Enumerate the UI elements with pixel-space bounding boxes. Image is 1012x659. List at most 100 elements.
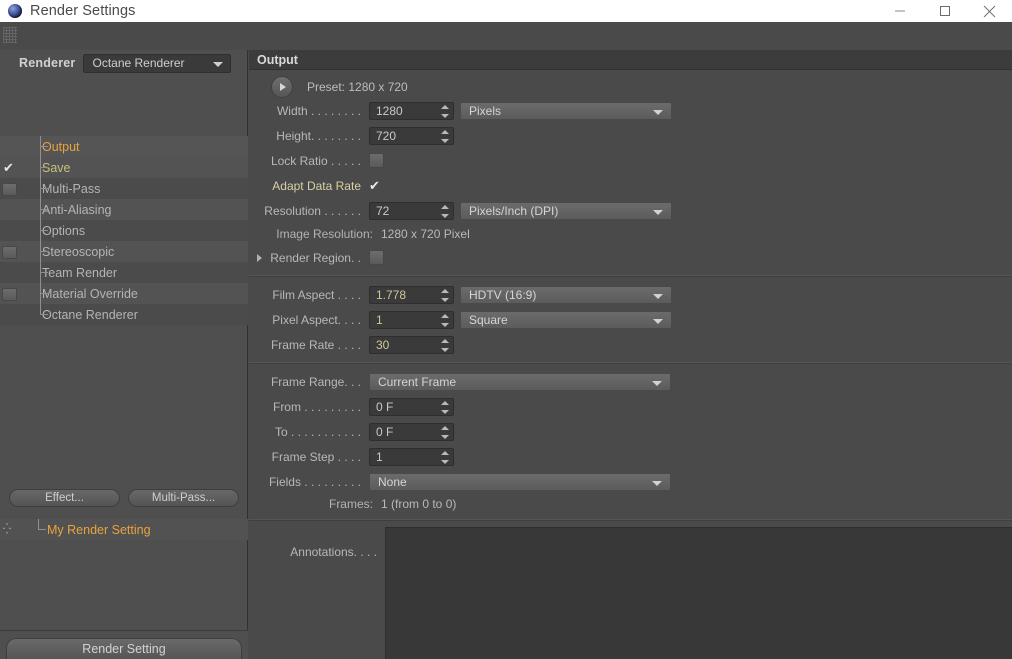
toggle-icon[interactable]	[2, 288, 17, 301]
film-aspect-stepper[interactable]	[441, 288, 449, 302]
frames-label: Frames:	[328, 497, 373, 511]
chevron-down-icon	[213, 61, 224, 67]
check-icon: ✔	[3, 160, 14, 175]
film-aspect-value: 1.778	[376, 287, 407, 302]
output-group-annotations: Annotations. . . .	[249, 520, 1012, 659]
from-stepper[interactable]	[441, 400, 449, 414]
from-input[interactable]: 0 F	[369, 397, 454, 416]
frame-rate-stepper[interactable]	[441, 338, 449, 352]
tree-connector	[40, 262, 49, 283]
toggle-icon[interactable]	[2, 246, 17, 259]
renderer-dropdown[interactable]: Octane Renderer	[83, 53, 232, 73]
sidebar-item-team-render[interactable]: Team Render	[0, 262, 248, 283]
sidebar-item-options[interactable]: Options	[0, 220, 248, 241]
sidebar-item-save[interactable]: ✔ Save	[0, 157, 248, 178]
maximize-icon[interactable]	[922, 0, 967, 22]
fields-label: Fields . . . . . . . . .	[268, 474, 361, 489]
chevron-down-icon	[652, 380, 662, 386]
chevron-down-icon	[653, 209, 663, 215]
sidebar-item-octane-renderer[interactable]: Octane Renderer	[0, 304, 248, 325]
chevron-down-icon	[652, 480, 662, 486]
height-input[interactable]: 720	[369, 126, 454, 145]
film-aspect-label: Film Aspect . . . .	[272, 287, 361, 302]
height-label: Height. . . . . . . .	[276, 128, 361, 143]
spacer-zone	[0, 262, 20, 283]
resolution-row: Resolution . . . . . . 72 Pixels/Inch (D…	[249, 198, 1012, 223]
frame-step-stepper[interactable]	[441, 450, 449, 464]
toggle-icon[interactable]	[2, 183, 17, 196]
width-stepper[interactable]	[441, 104, 449, 118]
frame-step-value: 1	[376, 449, 383, 464]
tree-connector	[40, 241, 49, 262]
resolution-input[interactable]: 72	[369, 201, 454, 220]
fields-dropdown[interactable]: None	[369, 472, 671, 491]
output-group-resolution: Preset: 1280 x 720 Width . . . . . . . .…	[249, 70, 1012, 276]
multi-pass-toggle-zone[interactable]	[0, 178, 20, 199]
to-stepper[interactable]	[441, 425, 449, 439]
sidebar-item-anti-aliasing[interactable]: Anti-Aliasing	[0, 199, 248, 220]
multi-pass-button[interactable]: Multi-Pass...	[128, 489, 239, 507]
spacer-zone	[0, 220, 20, 241]
tree-connector	[40, 136, 49, 157]
frames-value: 1 (from 0 to 0)	[381, 497, 457, 511]
lock-ratio-checkbox[interactable]	[369, 153, 384, 168]
render-region-row: Render Region. .	[249, 245, 1012, 270]
sidebar-item-material-override[interactable]: Material Override	[0, 283, 248, 304]
width-unit-dropdown[interactable]: Pixels	[460, 101, 672, 120]
pixel-aspect-input[interactable]: 1	[369, 310, 454, 329]
frame-rate-row: Frame Rate . . . . 30	[249, 332, 1012, 357]
renderer-value: Octane Renderer	[92, 56, 185, 70]
sidebar-item-output[interactable]: Output	[0, 136, 248, 157]
render-region-checkbox[interactable]	[369, 250, 384, 265]
check-icon	[1, 139, 16, 154]
preset-play-button[interactable]	[271, 75, 293, 98]
toolbar-strip	[0, 22, 1012, 51]
output-check-zone[interactable]	[0, 136, 20, 157]
film-aspect-input[interactable]: 1.778	[369, 285, 454, 304]
chevron-down-icon	[653, 318, 663, 324]
settings-tree: Output ✔ Save Multi-Pass Anti-Aliasing O…	[0, 136, 248, 325]
save-check-zone[interactable]: ✔	[0, 157, 20, 178]
pixel-aspect-row: Pixel Aspect. . . . 1 Square	[249, 307, 1012, 332]
resolution-unit-value: Pixels/Inch (DPI)	[469, 203, 559, 218]
width-input[interactable]: 1280	[369, 101, 454, 120]
stereoscopic-toggle-zone[interactable]	[0, 241, 20, 262]
pixel-aspect-preset-dropdown[interactable]: Square	[460, 310, 672, 329]
window-title: Render Settings	[30, 3, 136, 19]
film-aspect-row: Film Aspect . . . . 1.778 HDTV (16:9)	[249, 282, 1012, 307]
height-stepper[interactable]	[441, 129, 449, 143]
tree-connector	[40, 157, 49, 178]
film-aspect-preset-dropdown[interactable]: HDTV (16:9)	[460, 285, 672, 304]
window-controls	[877, 0, 1012, 22]
fields-row: Fields . . . . . . . . . None	[249, 469, 1012, 494]
my-render-setting-row[interactable]: ⁛ My Render Setting	[0, 519, 248, 540]
minimize-icon[interactable]	[877, 0, 922, 22]
adapt-data-rate-checkbox[interactable]: ✔	[369, 178, 384, 193]
tree-connector	[40, 199, 49, 220]
sidebar-item-stereoscopic[interactable]: Stereoscopic	[0, 241, 248, 262]
frame-rate-input[interactable]: 30	[369, 335, 454, 354]
to-input[interactable]: 0 F	[369, 422, 454, 441]
sidebar-item-multi-pass[interactable]: Multi-Pass	[0, 178, 248, 199]
sidebar-button-row: Effect... Multi-Pass...	[0, 487, 248, 509]
expand-arrow-icon[interactable]	[257, 254, 262, 262]
frame-step-input[interactable]: 1	[369, 447, 454, 466]
pixel-aspect-label: Pixel Aspect. . . .	[272, 312, 361, 327]
fields-value: None	[378, 474, 407, 489]
resolution-unit-dropdown[interactable]: Pixels/Inch (DPI)	[460, 201, 672, 220]
from-row: From . . . . . . . . . 0 F	[249, 394, 1012, 419]
resolution-stepper[interactable]	[441, 204, 449, 218]
annotations-textarea[interactable]	[385, 527, 1012, 659]
render-setting-button[interactable]: Render Setting	[6, 638, 242, 659]
drag-grip-icon[interactable]	[3, 27, 17, 43]
sidebar-item-label: Octane Renderer	[42, 307, 138, 322]
close-icon[interactable]	[967, 0, 1012, 22]
to-label: To . . . . . . . . . . .	[274, 424, 361, 439]
effect-button[interactable]: Effect...	[9, 489, 120, 507]
frame-range-dropdown[interactable]: Current Frame	[369, 372, 671, 391]
frame-rate-value: 30	[376, 337, 390, 352]
image-resolution-label: Image Resolution:	[276, 227, 373, 241]
material-override-toggle-zone[interactable]	[0, 283, 20, 304]
frame-step-row: Frame Step . . . . 1	[249, 444, 1012, 469]
pixel-aspect-stepper[interactable]	[441, 313, 449, 327]
